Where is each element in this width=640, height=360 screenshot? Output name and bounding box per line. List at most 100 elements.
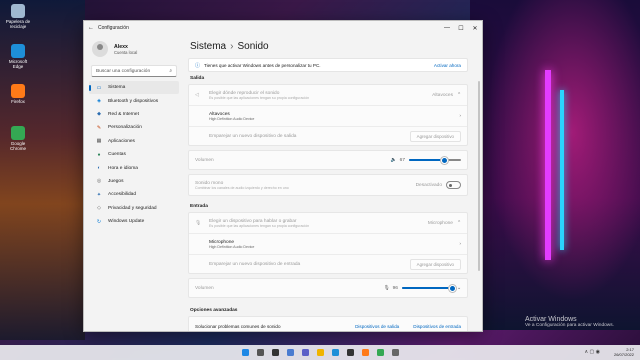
chevron-right-icon: › [459, 241, 461, 247]
output-choose-row[interactable]: ◁ Elegir dónde reproducir el sonido Es p… [189, 85, 467, 105]
sidebar-item-icon: ▭ [96, 84, 102, 91]
input-volume-slider[interactable] [401, 285, 456, 292]
search-icon[interactable] [256, 349, 264, 356]
activation-subtitle: Ve a Configuración para activar Windows. [524, 323, 614, 328]
sidebar-item-label: Juegos [108, 178, 124, 184]
firefox-icon[interactable] [361, 349, 369, 356]
search-input[interactable]: Buscar una configuración ⌕ [91, 65, 177, 77]
input-device-row[interactable]: Microphone High Definition Audio Device … [189, 233, 467, 254]
troubleshoot-row: Solucionar problemas comunes de sonido D… [189, 317, 467, 331]
close-button[interactable]: ✕ [468, 25, 482, 32]
input-choose-row[interactable]: 🎙 Elegir un dispositivo para hablar o gr… [189, 213, 467, 233]
edge-icon[interactable] [331, 349, 339, 356]
app-icon [11, 84, 25, 98]
chevron-down-icon[interactable]: ⌄ [457, 286, 461, 291]
output-add-device-button[interactable]: Agregar dispositivo [409, 130, 461, 142]
back-arrow-icon[interactable]: ← [84, 25, 98, 31]
output-heading: Salida [190, 76, 205, 81]
mono-audio-subtitle: Combinar los canales de audio izquierdo … [195, 185, 289, 190]
chrome-icon[interactable] [376, 349, 384, 356]
desktop-icon[interactable]: Google Chrome [4, 126, 32, 151]
sidebar-item-label: Accesibilidad [108, 192, 136, 198]
sidebar-item-label: Privacidad y seguridad [108, 205, 157, 211]
sidebar-item-accesibilidad[interactable]: ✦ Accesibilidad [89, 188, 179, 201]
maximize-button[interactable]: ☐ [454, 25, 468, 32]
microphone-icon: 🎙 [383, 285, 390, 291]
mono-audio-state: Desactivado [415, 182, 442, 188]
info-icon: ⓘ [195, 62, 201, 69]
desktop-icon-label: Google Chrome [9, 141, 26, 151]
sidebar: Alexx Cuenta local Buscar una configurac… [84, 35, 184, 331]
explorer-icon[interactable] [316, 349, 324, 356]
output-volume-slider[interactable] [409, 157, 461, 164]
sidebar-item-icon: ◇ [97, 205, 101, 212]
scrollbar[interactable] [478, 81, 480, 271]
sidebar-nav: ▭ Sistema ◈ Bluetooth y dispositivos ◆ Red & … [84, 81, 184, 228]
sidebar-item-icon: ◐ [97, 165, 101, 172]
desktop-icon-label: Papelera de reciclaje [5, 19, 31, 29]
sidebar-item-label: Aplicaciones [108, 138, 135, 144]
input-choose-value: Microphone [427, 220, 453, 226]
speaker-icon: ◁ [195, 92, 199, 98]
sidebar-item-aplicaciones[interactable]: ▦ Aplicaciones [89, 135, 179, 148]
advanced-card: Solucionar problemas comunes de sonido D… [188, 316, 468, 331]
wallpaper-right-scene [470, 0, 640, 330]
app-icon [11, 44, 25, 58]
task-view-icon[interactable] [271, 349, 279, 356]
start-icon[interactable] [241, 349, 249, 356]
chevron-right-icon: › [459, 113, 461, 119]
sidebar-item-windows-update[interactable]: ↻ Windows Update [89, 215, 179, 228]
chevron-up-icon: ⌃ [456, 220, 461, 226]
mono-audio-toggle[interactable] [446, 181, 461, 189]
main-content: Sistema › Sonido ⓘ Tienes que activar Wind… [188, 35, 482, 331]
avatar [92, 41, 108, 57]
volume-icon[interactable]: 🔈 [391, 158, 397, 163]
sidebar-item-label: Sistema [108, 85, 126, 91]
user-profile[interactable]: Alexx Cuenta local [84, 35, 184, 61]
sidebar-item-icon: ◎ [96, 178, 102, 185]
output-choose-subtitle: Es posible que las aplicaciones tengan s… [209, 95, 310, 100]
mono-audio-card: Sonido mono Combinar los canales de audi… [188, 174, 468, 196]
output-pair-label: Emparejar un nuevo dispositivo de salida [209, 133, 297, 139]
widgets-icon[interactable] [286, 349, 294, 356]
sidebar-item-label: Personalización [108, 125, 142, 131]
advanced-heading: Opciones avanzadas [190, 308, 238, 313]
sidebar-item-privacidad-y-seguridad[interactable]: ◇ Privacidad y seguridad [89, 202, 179, 215]
chat-icon[interactable] [301, 349, 309, 356]
desktop-icon[interactable]: Firefox [4, 84, 32, 104]
clock[interactable]: 2:17 26/07/2022 [614, 347, 634, 357]
output-device-card: ◁ Elegir dónde reproducir el sonido Es p… [188, 84, 468, 146]
activate-now-button[interactable]: Activar ahora [434, 63, 461, 68]
input-devices-link[interactable]: Dispositivos de entrada [413, 324, 461, 329]
output-choose-value: Altavoces [432, 92, 453, 98]
store-icon[interactable] [346, 349, 354, 356]
system-tray-icons[interactable]: ∧ ▢ ◉ [584, 349, 600, 355]
desktop-icon[interactable]: Microsoft Edge [4, 44, 32, 69]
sidebar-item-sistema[interactable]: ▭ Sistema [89, 81, 179, 95]
app-icon [11, 126, 25, 140]
sidebar-item-label: Cuentas [108, 152, 126, 158]
minimize-button[interactable]: — [440, 25, 454, 31]
sidebar-item-red-internet[interactable]: ◆ Red & Internet [89, 108, 179, 121]
output-devices-link[interactable]: Dispositivos de salida [355, 324, 399, 329]
input-choose-subtitle: Es posible que las aplicaciones tengan s… [209, 223, 310, 228]
sidebar-item-cuentas[interactable]: ● Cuentas [89, 148, 179, 161]
output-device-row[interactable]: Altavoces High Definition Audio Device › [189, 105, 467, 126]
chevron-up-icon: ⌃ [456, 92, 461, 98]
input-choose-title: Elegir un dispositivo para hablar o grab… [209, 218, 297, 224]
sidebar-item-personalizaci-n[interactable]: ✎ Personalización [89, 121, 179, 134]
sidebar-item-bluetooth-y-dispositivos[interactable]: ◈ Bluetooth y dispositivos [89, 94, 179, 107]
settings-icon[interactable] [391, 349, 399, 356]
taskbar: ∧ ▢ ◉ 2:17 26/07/2022 [0, 345, 640, 360]
output-volume-value: 67 [399, 157, 405, 163]
input-volume-row: Volumen 🎙 96 ⌄ [189, 279, 467, 297]
sidebar-item-juegos[interactable]: ◎ Juegos [89, 175, 179, 188]
input-add-device-button[interactable]: Agregar dispositivo [409, 258, 461, 270]
breadcrumb-parent[interactable]: Sistema [190, 41, 226, 52]
input-heading: Entrada [190, 204, 208, 209]
sidebar-item-hora-e-idioma[interactable]: ◐ Hora e idioma [89, 161, 179, 174]
desktop-icon[interactable]: Papelera de reciclaje [4, 4, 32, 29]
input-device-card: 🎙 Elegir un dispositivo para hablar o gr… [188, 212, 468, 274]
sidebar-item-label: Hora e idioma [108, 165, 138, 171]
banner-text: Tienes que activar Windows antes de pers… [204, 62, 321, 68]
